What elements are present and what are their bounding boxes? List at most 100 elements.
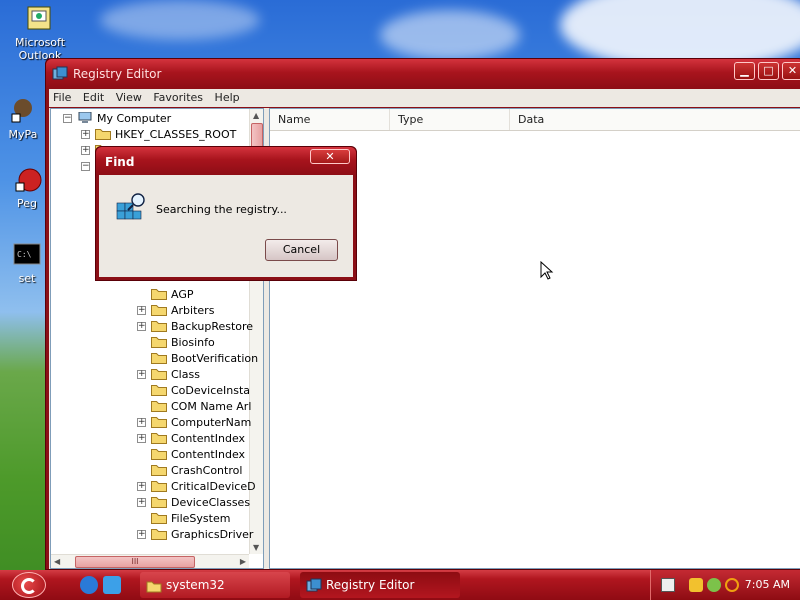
folder-icon [151, 304, 167, 316]
start-button[interactable] [12, 572, 46, 598]
find-status-message: Searching the registry... [156, 203, 287, 216]
tree-item[interactable]: Biosinfo [137, 334, 215, 350]
scroll-up-icon[interactable]: ▲ [253, 111, 259, 120]
expand-icon[interactable]: + [137, 481, 146, 491]
collapse-icon[interactable]: − [63, 113, 72, 123]
folder-icon [151, 416, 167, 428]
cancel-button[interactable]: Cancel [265, 239, 338, 261]
expand-icon[interactable]: + [137, 433, 146, 443]
tree-item[interactable]: + Class [137, 366, 200, 382]
search-icon[interactable] [725, 578, 739, 592]
tree-item[interactable]: + HKEY_CLASSES_ROOT [81, 126, 236, 142]
find-dialog-title: Find [105, 155, 135, 169]
column-type[interactable]: Type [390, 109, 510, 130]
menu-edit[interactable]: Edit [79, 89, 108, 106]
close-button[interactable]: ✕ [782, 62, 800, 80]
tree-item-label: COM Name Arl [171, 399, 252, 413]
desktop-icon-outlook[interactable]: Microsoft Outlook [10, 4, 70, 62]
tree-item[interactable]: CrashControl [137, 462, 242, 478]
tree-horizontal-scrollbar[interactable]: ◀ III ▶ [51, 554, 249, 568]
desktop-icon-cmd[interactable]: C:\ set [8, 240, 46, 285]
registry-editor-icon [52, 66, 68, 82]
menu-view[interactable]: View [112, 89, 146, 106]
folder-icon [151, 368, 167, 380]
tree-item-label: My Computer [97, 111, 172, 125]
tree-item[interactable]: COM Name Arl [137, 398, 251, 414]
minimize-button[interactable]: ▁ [734, 62, 755, 80]
scroll-left-icon[interactable]: ◀ [54, 557, 60, 566]
tree-item-label: Class [171, 367, 200, 381]
shield-icon[interactable] [689, 578, 703, 592]
task-system32[interactable]: system32 [140, 572, 290, 598]
tree-item[interactable]: ContentIndex [137, 446, 245, 462]
tree-item-label: ContentIndex [171, 431, 246, 445]
tree-item[interactable]: AGP [137, 286, 194, 302]
tree-item-label: BootVerification [171, 351, 259, 365]
cloud [100, 0, 260, 40]
tree-item-label: Biosinfo [171, 335, 215, 349]
maximize-button[interactable]: □ [758, 62, 779, 80]
column-name[interactable]: Name [270, 109, 390, 130]
tree-item[interactable]: + ComputerNam [137, 414, 251, 430]
expand-icon[interactable]: + [137, 417, 146, 427]
menu-help[interactable]: Help [211, 89, 244, 106]
tree-item[interactable]: + GraphicsDriver [137, 526, 253, 542]
desktop-icon-peg[interactable]: Peg [8, 165, 46, 210]
folder-icon [146, 577, 162, 593]
folder-icon [151, 288, 167, 300]
scroll-right-icon[interactable]: ▶ [240, 557, 246, 566]
taskbar: system32 Registry Editor 7:05 AM [0, 570, 800, 600]
tree-item-label: Arbiters [171, 303, 215, 317]
find-dialog-titlebar[interactable]: Find ✕ [96, 147, 356, 175]
expand-icon[interactable]: + [137, 369, 146, 379]
desktop-icon-mypa[interactable]: MyPa [2, 96, 44, 141]
expand-icon[interactable]: + [81, 129, 90, 139]
svg-text:C:\: C:\ [17, 250, 32, 259]
tree-item[interactable]: + ContentIndex [137, 430, 245, 446]
tree-item[interactable]: + Arbiters [137, 302, 214, 318]
menu-file[interactable]: File [49, 89, 75, 106]
find-dialog-body: Searching the registry... Cancel [99, 175, 353, 277]
scroll-down-icon[interactable]: ▼ [253, 543, 259, 552]
tree-item[interactable]: + CriticalDeviceD [137, 478, 256, 494]
tree-item-label: AGP [171, 287, 194, 301]
tree-item[interactable]: + BackupRestore [137, 318, 253, 334]
column-data[interactable]: Data [510, 109, 800, 130]
window-titlebar[interactable]: Registry Editor ▁ □ ✕ [46, 59, 800, 89]
registry-editor-window: Registry Editor ▁ □ ✕ File Edit View Fav… [45, 58, 800, 570]
tree-item[interactable]: CoDeviceInsta [137, 382, 250, 398]
folder-icon [151, 464, 167, 476]
network-icon[interactable] [707, 578, 721, 592]
tree-item-label: GraphicsDriver [171, 527, 254, 541]
find-dialog-close-button[interactable]: ✕ [310, 149, 350, 164]
tree-item[interactable]: FileSystem [137, 510, 230, 526]
expand-icon[interactable]: + [81, 145, 90, 155]
folder-icon [151, 320, 167, 332]
tree-item[interactable]: − My Computer [63, 110, 171, 126]
menu-favorites[interactable]: Favorites [149, 89, 207, 106]
folder-icon [151, 384, 167, 396]
outlook-express-icon[interactable] [103, 576, 121, 594]
expand-icon[interactable]: + [137, 321, 146, 331]
expand-icon[interactable]: + [137, 529, 146, 539]
start-logo-icon [21, 578, 37, 594]
command-prompt-icon: C:\ [12, 240, 42, 270]
task-registry-editor[interactable]: Registry Editor [300, 572, 460, 598]
collapse-icon[interactable]: − [81, 161, 90, 171]
expand-icon[interactable]: + [137, 305, 146, 315]
folder-icon [151, 400, 167, 412]
internet-explorer-icon[interactable] [80, 576, 98, 594]
tree-item[interactable]: + DeviceClasses [137, 494, 250, 510]
desktop-icon-label: MyPa [8, 128, 38, 141]
outlook-icon [25, 4, 55, 34]
system-tray: 7:05 AM [650, 570, 800, 600]
list-header: Name Type Data [270, 109, 800, 131]
tree-item-label: DeviceClasses [171, 495, 251, 509]
folder-icon [151, 528, 167, 540]
folder-icon [151, 480, 167, 492]
tree-hscroll-thumb[interactable]: III [75, 556, 195, 568]
window-title: Registry Editor [73, 67, 162, 81]
tree-item[interactable]: BootVerification [137, 350, 258, 366]
keyboard-icon[interactable] [661, 578, 675, 592]
expand-icon[interactable]: + [137, 497, 146, 507]
